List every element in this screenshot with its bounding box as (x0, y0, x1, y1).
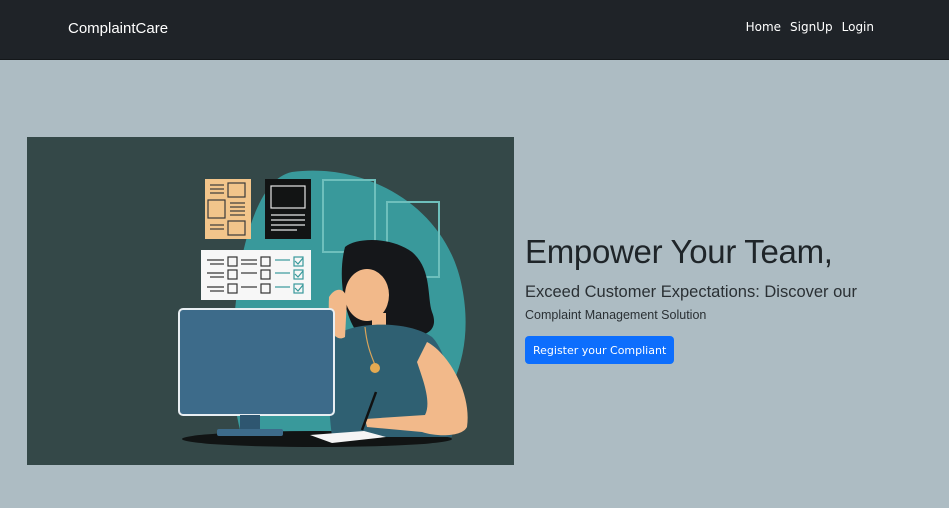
hero-illustration (27, 137, 514, 465)
hero-text: Empower Your Team, Exceed Customer Expec… (525, 232, 925, 323)
top-navbar: ComplaintCare Home SignUp Login (0, 0, 949, 60)
woman-at-computer-illustration (178, 170, 468, 447)
hero-subheading-secondary: Complaint Management Solution (525, 308, 707, 322)
hero-heading: Empower Your Team, (525, 233, 833, 270)
nav-link-login[interactable]: Login (842, 20, 874, 34)
register-complaint-button[interactable]: Register your Compliant (525, 336, 675, 364)
nav-link-signup[interactable]: SignUp (790, 20, 833, 34)
nav-links: Home SignUp Login (746, 20, 874, 34)
hero-subheading: Exceed Customer Expectations: Discover o… (525, 283, 857, 301)
brand-logo-text[interactable]: ComplaintCare (68, 20, 168, 37)
nav-link-home[interactable]: Home (746, 20, 781, 34)
